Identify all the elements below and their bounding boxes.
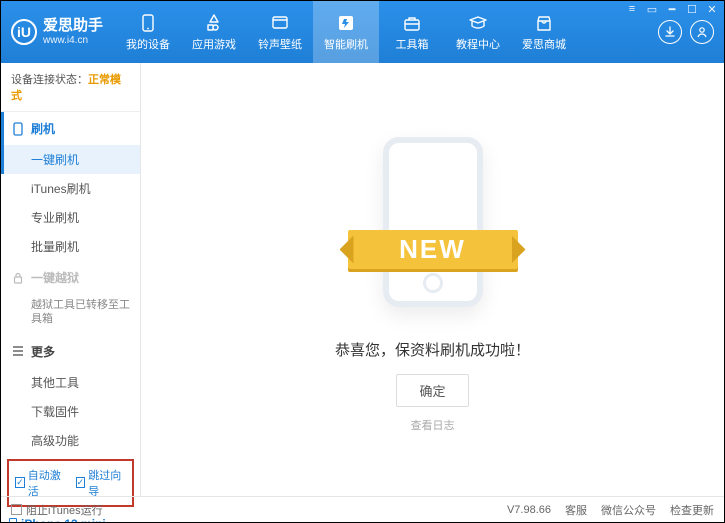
sidebar-head-flash-label: 刷机 — [31, 120, 55, 137]
sidebar-head-more-label: 更多 — [31, 343, 55, 360]
sidebar-section-more: 更多 其他工具下载固件高级功能 — [1, 335, 140, 455]
ringtone-icon — [270, 13, 290, 33]
nav-label: 工具箱 — [396, 36, 429, 52]
check-icon: ✓ — [76, 477, 86, 488]
connection-status: 设备连接状态：正常模式 — [1, 63, 140, 112]
apps-icon — [204, 13, 224, 33]
device-icon — [138, 13, 158, 33]
sidebar-item-flash-1[interactable]: iTunes刷机 — [1, 174, 140, 203]
checkbox-skip-guide-label: 跳过向导 — [88, 467, 126, 499]
nav-label: 我的设备 — [126, 36, 170, 52]
sidebar-item-more-0[interactable]: 其他工具 — [1, 368, 140, 397]
new-ribbon: NEW — [348, 230, 518, 269]
nav-item-flash[interactable]: 智能刷机 — [313, 1, 379, 63]
success-message: 恭喜您，保资料刷机成功啦！ — [335, 339, 530, 360]
sidebar-head-jailbreak-label: 一键越狱 — [31, 269, 79, 286]
connection-label: 设备连接状态： — [11, 74, 88, 86]
body: 设备连接状态：正常模式 刷机 一键刷机iTunes刷机专业刷机批量刷机 一键越狱 — [1, 63, 724, 496]
nav-label: 铃声壁纸 — [258, 36, 302, 52]
sidebar-head-more[interactable]: 更多 — [1, 335, 140, 368]
phone-icon — [11, 122, 25, 136]
nav-item-store[interactable]: 爱思商城 — [511, 1, 577, 63]
minimize-button[interactable]: ━ — [665, 2, 679, 16]
window-controls: ≡ ▭ ━ ☐ ✕ — [625, 2, 719, 16]
block-itunes-label: 阻止iTunes运行 — [26, 502, 103, 518]
app-window: ≡ ▭ ━ ☐ ✕ iU 爱思助手 www.i4.cn 我的设备 应用游戏 铃声壁纸… — [0, 0, 725, 523]
tutorial-icon — [468, 13, 488, 33]
nav-item-apps[interactable]: 应用游戏 — [181, 1, 247, 63]
check-update-link[interactable]: 检查更新 — [670, 502, 714, 518]
flash-icon — [336, 13, 356, 33]
app-subtitle: www.i4.cn — [43, 35, 103, 46]
sidebar-item-flash-3[interactable]: 批量刷机 — [1, 232, 140, 261]
checkbox-block-itunes[interactable]: 阻止iTunes运行 — [11, 502, 103, 518]
sidebar-item-more-1[interactable]: 下载固件 — [1, 397, 140, 426]
toolbox-icon — [402, 13, 422, 33]
menu-icon[interactable]: ≡ — [625, 2, 639, 16]
nav-label: 教程中心 — [456, 36, 500, 52]
header: iU 爱思助手 www.i4.cn 我的设备 应用游戏 铃声壁纸 智能刷机 工具箱 教程中… — [1, 1, 724, 63]
nav-item-ringtone[interactable]: 铃声壁纸 — [247, 1, 313, 63]
top-nav: 我的设备 应用游戏 铃声壁纸 智能刷机 工具箱 教程中心 爱思商城 — [115, 1, 648, 63]
sidebar-head-jailbreak: 一键越狱 — [1, 261, 140, 294]
sidebar-item-more-2[interactable]: 高级功能 — [1, 426, 140, 455]
sidebar-item-flash-0[interactable]: 一键刷机 — [1, 145, 140, 174]
nav-label: 应用游戏 — [192, 36, 236, 52]
phone-illustration — [383, 137, 483, 307]
check-icon: ✓ — [15, 477, 25, 488]
ribbon-text: NEW — [348, 230, 518, 269]
nav-item-toolbox[interactable]: 工具箱 — [379, 1, 445, 63]
ok-button[interactable]: 确定 — [396, 374, 468, 407]
logo: iU 爱思助手 www.i4.cn — [1, 1, 115, 63]
list-icon — [11, 344, 25, 358]
sidebar-item-flash-2[interactable]: 专业刷机 — [1, 203, 140, 232]
wechat-link[interactable]: 微信公众号 — [601, 502, 656, 518]
maximize-button[interactable]: ☐ — [685, 2, 699, 16]
checkbox-auto-activate-label: 自动激活 — [28, 467, 66, 499]
store-icon — [534, 13, 554, 33]
user-button[interactable] — [690, 20, 714, 44]
checkbox-icon — [11, 504, 22, 515]
skin-icon[interactable]: ▭ — [645, 2, 659, 16]
illustration: NEW — [358, 127, 508, 317]
logo-icon: iU — [11, 19, 37, 45]
sidebar: 设备连接状态：正常模式 刷机 一键刷机iTunes刷机专业刷机批量刷机 一键越狱 — [1, 63, 141, 496]
view-log-link[interactable]: 查看日志 — [411, 417, 455, 433]
version-label: V7.98.66 — [507, 504, 551, 516]
sidebar-section-flash: 刷机 一键刷机iTunes刷机专业刷机批量刷机 — [1, 112, 140, 261]
checkbox-auto-activate[interactable]: ✓ 自动激活 — [15, 467, 66, 499]
app-title: 爱思助手 — [43, 18, 103, 35]
download-button[interactable] — [658, 20, 682, 44]
nav-item-device[interactable]: 我的设备 — [115, 1, 181, 63]
sidebar-section-jailbreak: 一键越狱 越狱工具已转移至工具箱 — [1, 261, 140, 335]
jailbreak-note: 越狱工具已转移至工具箱 — [1, 294, 140, 335]
support-link[interactable]: 客服 — [565, 502, 587, 518]
nav-label: 智能刷机 — [324, 36, 368, 52]
sidebar-head-flash[interactable]: 刷机 — [1, 112, 140, 145]
main-panel: NEW 恭喜您，保资料刷机成功啦！ 确定 查看日志 — [141, 63, 724, 496]
lock-icon — [11, 271, 25, 285]
close-button[interactable]: ✕ — [705, 2, 719, 16]
footer: 阻止iTunes运行 V7.98.66 客服 微信公众号 检查更新 — [1, 496, 724, 522]
nav-item-tutorial[interactable]: 教程中心 — [445, 1, 511, 63]
nav-label: 爱思商城 — [522, 36, 566, 52]
checkbox-skip-guide[interactable]: ✓ 跳过向导 — [76, 467, 127, 499]
